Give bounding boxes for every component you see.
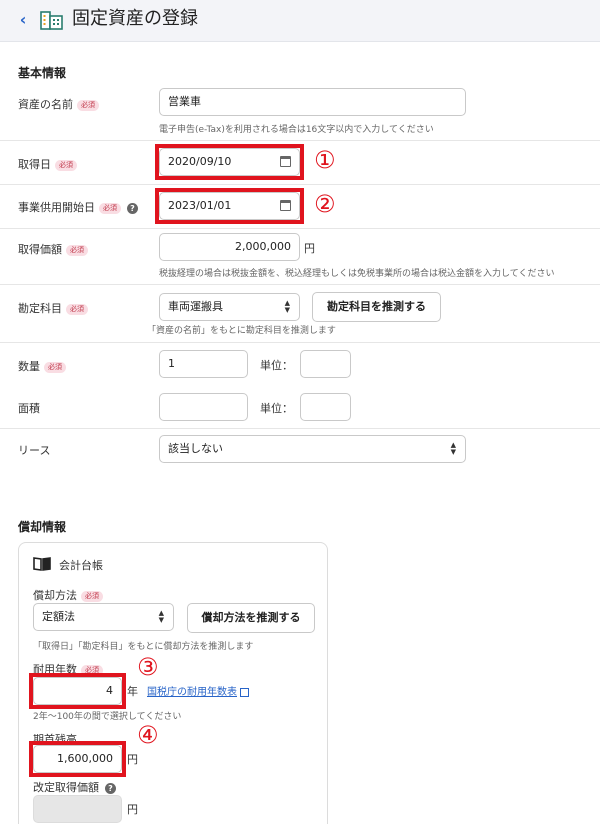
asset-name-hint: 電子申告(e-Tax)を利用される場合は16文字以内で入力してください (159, 125, 434, 135)
annotation-4: ④ (137, 721, 159, 749)
help-icon[interactable]: ? (105, 782, 116, 794)
quantity-unit-label: 単位： (260, 359, 293, 372)
area-label: 面積 (18, 402, 40, 415)
lease-select[interactable]: 該当しない ▲ ▼ (159, 435, 466, 463)
divider (0, 228, 600, 229)
area-input[interactable] (159, 393, 248, 421)
required-badge: 必須 (66, 303, 88, 315)
account-select[interactable]: 車両運搬具 ▲ ▼ (159, 293, 300, 321)
required-badge: 必須 (55, 159, 77, 171)
quantity-label: 数量 必須 (18, 358, 66, 374)
useful-life-hint: 2年〜100年の間で選択してください (33, 712, 182, 722)
opening-balance-unit: 円 (127, 753, 138, 766)
lease-label: リース (18, 444, 51, 457)
external-link-icon (240, 687, 249, 697)
account-hint: 「資産の名前」をもとに勘定科目を推測します (147, 326, 336, 336)
highlight-box-2 (155, 188, 304, 224)
card-title: 会計台帳 (59, 559, 103, 572)
building-icon (40, 11, 63, 30)
method-hint: 「取得日」「勘定科目」をもとに償却方法を推測します (33, 642, 254, 652)
section-title-depreciation: 償却情報 (18, 520, 67, 534)
quantity-input[interactable]: 1 (159, 350, 248, 378)
revised-price-unit: 円 (127, 803, 138, 816)
divider (0, 140, 600, 141)
revised-price-input (33, 795, 122, 823)
highlight-box-1 (155, 144, 304, 180)
account-label: 勘定科目 必須 (18, 300, 88, 316)
price-label: 取得価額 必須 (18, 241, 88, 257)
area-unit-label: 単位： (260, 402, 293, 415)
highlight-box-3 (29, 673, 126, 709)
divider (0, 284, 600, 285)
required-badge: 必須 (99, 202, 121, 214)
select-arrows-icon: ▲ ▼ (450, 441, 456, 456)
asset-name-input[interactable]: 営業車 (159, 88, 466, 116)
chevron-left-icon[interactable]: ‹ (14, 10, 32, 30)
name-label: 資産の名前 必須 (18, 96, 99, 112)
required-badge: 必須 (77, 99, 99, 111)
main-content: 基本情報 資産の名前 必須 営業車 電子申告(e-Tax)を利用される場合は16文… (0, 42, 600, 824)
divider (0, 428, 600, 429)
select-arrows-icon: ▲ ▼ (158, 609, 164, 624)
accounting-ledger-card: 会計台帳 償却方法 必須 定額法 ▲ ▼ 償却方法を推測する 「取得日」「勘定科目」を… (18, 542, 328, 824)
method-select[interactable]: 定額法 ▲ ▼ (33, 603, 174, 631)
divider (0, 184, 600, 185)
guess-account-button[interactable]: 勘定科目を推測する (312, 292, 441, 322)
quantity-unit-input[interactable] (300, 350, 351, 378)
annotation-3: ③ (137, 653, 159, 681)
area-unit-input[interactable] (300, 393, 351, 421)
highlight-box-4 (29, 741, 126, 777)
acquired-date-label: 取得日 必須 (18, 156, 77, 172)
revised-price-label: 改定取得価額? (33, 779, 116, 795)
header-bar: ‹ 固定資産の登録 (0, 0, 600, 42)
section-title-basic: 基本情報 (18, 66, 67, 80)
help-icon[interactable]: ? (127, 202, 138, 214)
guess-method-button[interactable]: 償却方法を推測する (187, 603, 315, 633)
method-label: 償却方法 必須 (33, 587, 103, 603)
select-arrows-icon: ▲ ▼ (284, 299, 290, 314)
book-icon (33, 557, 51, 571)
required-badge: 必須 (66, 244, 88, 256)
price-hint: 税抜経理の場合は税抜金額を、税込経理もしくは免税事業所の場合は税込金額を入力して… (159, 269, 555, 279)
annotation-2: ② (314, 190, 336, 218)
useful-life-table-link[interactable]: 国税庁の耐用年数表 (147, 683, 249, 698)
required-badge: 必須 (81, 590, 103, 602)
page-title: 固定資産の登録 (72, 8, 198, 29)
start-date-label: 事業供用開始日 必須? (18, 199, 138, 215)
price-unit: 円 (304, 242, 315, 255)
useful-life-unit: 年 (127, 685, 138, 698)
required-badge: 必須 (44, 361, 66, 373)
divider (0, 342, 600, 343)
annotation-1: ① (314, 146, 336, 174)
price-input[interactable]: 2,000,000 (159, 233, 300, 261)
